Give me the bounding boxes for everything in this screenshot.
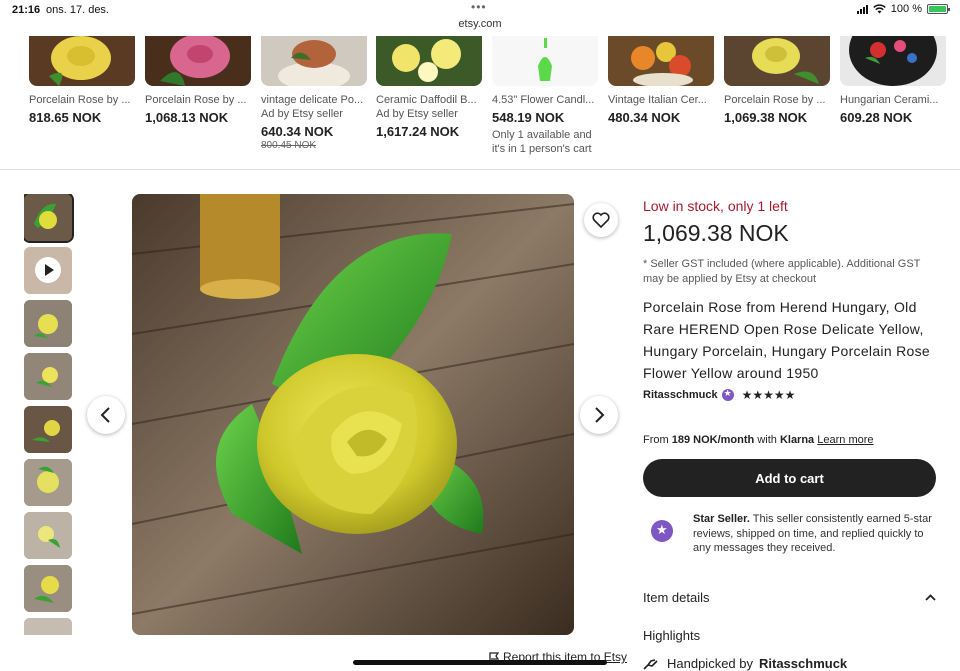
recommendation-title[interactable]: vintage delicate Po... — [261, 94, 369, 106]
product-thumbnail[interactable] — [261, 36, 367, 86]
image-thumbnail[interactable] — [24, 565, 72, 612]
klarna-logo: Klarna — [779, 434, 815, 446]
star-seller-icon — [651, 520, 673, 542]
battery-icon — [927, 4, 950, 14]
recommendation-card[interactable]: Porcelain Rose by ... 1,068.13 NOK — [145, 36, 253, 125]
battery-percent: 100 % — [890, 3, 922, 15]
play-icon — [35, 257, 61, 283]
heart-icon — [592, 212, 610, 228]
home-indicator — [353, 660, 607, 665]
video-thumbnail[interactable] — [24, 247, 72, 294]
klarna-amount: 189 NOK/month — [671, 434, 755, 446]
hand-icon — [643, 658, 658, 670]
image-thumbnail[interactable] — [24, 512, 72, 559]
star-seller-badge-icon — [721, 388, 734, 401]
product-price: 1,069.38 NOK — [643, 220, 789, 246]
item-details-label: Item details — [643, 590, 710, 605]
shop-name[interactable]: Ritasschmuck — [643, 389, 718, 401]
gst-note: * Seller GST included (where applicable)… — [643, 258, 921, 285]
image-thumbnail-list — [24, 194, 74, 635]
product-thumbnail[interactable] — [724, 36, 830, 86]
next-image-button[interactable] — [580, 396, 618, 434]
address-bar[interactable]: etsy.com — [0, 18, 960, 30]
recommendation-title[interactable]: 4.53" Flower Candl... — [492, 94, 600, 106]
recommendation-card[interactable]: Porcelain Rose by ... 818.65 NOK — [29, 36, 137, 125]
klarna-financing: From 189 NOK/month with Klarna Learn mor… — [643, 434, 874, 446]
image-thumbnail[interactable] — [24, 194, 74, 243]
date: ons. 17. des. — [46, 4, 109, 16]
recommendation-card[interactable]: 4.53" Flower Candl... 548.19 NOK Only 1 … — [492, 36, 600, 156]
handpicked-by: Handpicked by Ritasschmuck — [643, 656, 847, 671]
recommendation-card[interactable]: Hungarian Cerami... 609.28 NOK — [840, 36, 948, 125]
recommendation-price: 609.28 NOK — [840, 110, 913, 125]
star-seller-label: Star Seller. — [693, 513, 750, 525]
recommendation-price: 640.34 NOK — [261, 124, 334, 139]
recommendation-title[interactable]: Porcelain Rose by ... — [145, 94, 253, 106]
product-title: Porcelain Rose from Herend Hungary, Old … — [643, 299, 930, 381]
recommendation-title[interactable]: Ceramic Daffodil B... — [376, 94, 484, 106]
recommendation-title[interactable]: Vintage Italian Cer... — [608, 94, 716, 106]
status-bar: 21:16 ons. 17. des. ••• etsy.com 100 % — [0, 0, 960, 36]
recommendation-title[interactable]: Porcelain Rose by ... — [724, 94, 832, 106]
add-to-cart-button[interactable]: Add to cart — [643, 459, 936, 497]
recommendation-card[interactable]: vintage delicate Po... Ad by Etsy seller… — [261, 36, 369, 151]
main-product-image[interactable] — [132, 194, 574, 635]
product-thumbnail[interactable] — [29, 36, 135, 86]
recommendation-strip: Porcelain Rose by ... 818.65 NOK Porcela… — [0, 36, 960, 170]
previous-image-button[interactable] — [87, 396, 125, 434]
recommendation-price: 480.34 NOK — [608, 110, 681, 125]
recommendation-price: 818.65 NOK — [29, 110, 102, 125]
chevron-left-icon — [100, 407, 110, 423]
product-thumbnail[interactable] — [492, 36, 598, 86]
product-thumbnail[interactable] — [376, 36, 482, 86]
availability-note: Only 1 available and it's in 1 person's … — [492, 129, 592, 155]
rating-stars[interactable]: ★★★★★ — [742, 388, 796, 402]
image-thumbnail[interactable] — [24, 618, 72, 635]
ad-label: Ad by Etsy seller — [261, 108, 343, 120]
highlights-heading: Highlights — [643, 628, 701, 643]
learn-more-link[interactable]: Learn more — [817, 434, 873, 446]
clock: 21:16 — [12, 4, 41, 16]
chevron-right-icon — [595, 407, 605, 423]
chevron-up-icon — [925, 594, 936, 601]
recommendation-title[interactable]: Porcelain Rose by ... — [29, 94, 137, 106]
recommendation-price: 1,069.38 NOK — [724, 110, 808, 125]
recommendation-card[interactable]: Ceramic Daffodil B... Ad by Etsy seller … — [376, 36, 484, 139]
wifi-icon — [873, 4, 886, 14]
stock-warning: Low in stock, only 1 left — [643, 198, 788, 214]
recommendation-price: 548.19 NOK — [492, 110, 565, 125]
recommendation-card[interactable]: Vintage Italian Cer... 480.34 NOK — [608, 36, 716, 125]
recommendation-price: 1,617.24 NOK — [376, 124, 460, 139]
recommendation-card[interactable]: Porcelain Rose by ... 1,069.38 NOK — [724, 36, 832, 125]
image-thumbnail[interactable] — [24, 353, 72, 400]
image-thumbnail[interactable] — [24, 406, 72, 453]
more-dots-icon[interactable]: ••• — [471, 0, 487, 14]
image-thumbnail[interactable] — [24, 459, 72, 506]
star-seller-info: Star Seller. This seller consistently ea… — [651, 512, 936, 556]
handpicked-shop-name[interactable]: Ritasschmuck — [759, 656, 847, 671]
ad-label: Ad by Etsy seller — [376, 108, 458, 120]
product-thumbnail[interactable] — [608, 36, 714, 86]
original-price: 800.45 NOK — [261, 140, 317, 151]
recommendation-price: 1,068.13 NOK — [145, 110, 229, 125]
shop-info[interactable]: Ritasschmuck ★ ★★★★ — [643, 388, 795, 402]
product-thumbnail[interactable] — [840, 36, 946, 86]
product-thumbnail[interactable] — [145, 36, 251, 86]
item-details-toggle[interactable]: Item details — [643, 590, 936, 605]
signal-icon — [856, 4, 868, 14]
image-thumbnail[interactable] — [24, 300, 72, 347]
favorite-button[interactable] — [584, 203, 618, 237]
recommendation-title[interactable]: Hungarian Cerami... — [840, 94, 948, 106]
system-indicators: 100 % — [856, 3, 950, 15]
